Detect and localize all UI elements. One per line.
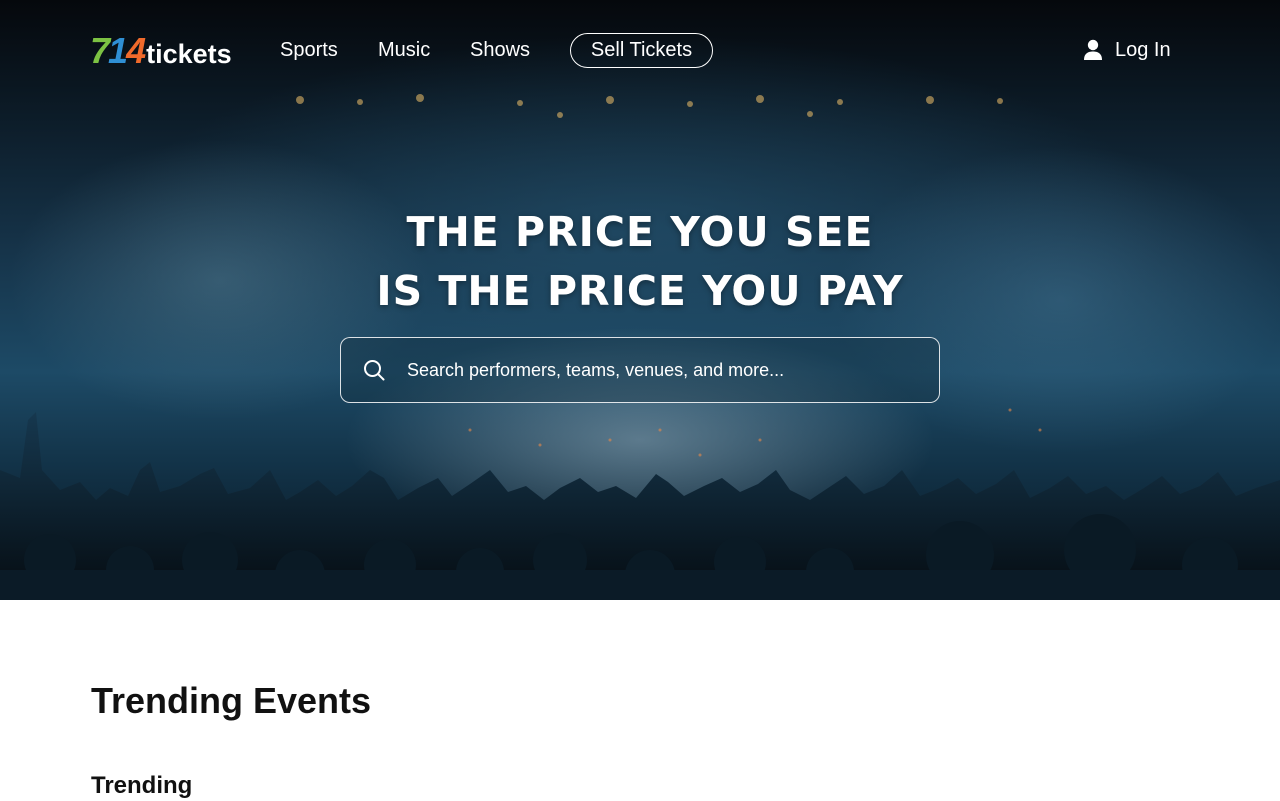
subsection-title-trending: Trending <box>91 772 193 799</box>
logo-digit-4: 4 <box>126 30 146 71</box>
nav-link-shows[interactable]: Shows <box>470 38 530 62</box>
nav-link-music[interactable]: Music <box>378 38 430 62</box>
brand-logo[interactable]: 7 1 4 tickets <box>90 30 232 71</box>
main-content: Trending Events Trending <box>0 600 1280 800</box>
sell-tickets-button[interactable]: Sell Tickets <box>570 33 713 68</box>
logo-digit-1: 1 <box>108 30 128 71</box>
hero-banner: 7 1 4 tickets Sports Music Shows Sell Ti… <box>0 0 1280 600</box>
section-title-trending-events: Trending Events <box>91 680 372 721</box>
headline-line-2: IS THE PRICE YOU PAY <box>376 267 904 315</box>
hero-search-box[interactable] <box>340 337 940 403</box>
search-icon[interactable] <box>363 359 385 381</box>
login-button[interactable]: Log In <box>1083 37 1171 63</box>
search-input[interactable] <box>407 350 939 390</box>
logo-word: tickets <box>146 39 232 69</box>
hero-headline: THE PRICE YOU SEE IS THE PRICE YOU PAY <box>0 203 1280 321</box>
top-navbar: 7 1 4 tickets Sports Music Shows Sell Ti… <box>0 0 1280 100</box>
nav-link-sports[interactable]: Sports <box>280 38 338 62</box>
login-label: Log In <box>1115 38 1171 61</box>
logo-digit-7: 7 <box>90 30 110 71</box>
headline-line-1: THE PRICE YOU SEE <box>406 208 874 256</box>
user-icon <box>1084 39 1102 60</box>
